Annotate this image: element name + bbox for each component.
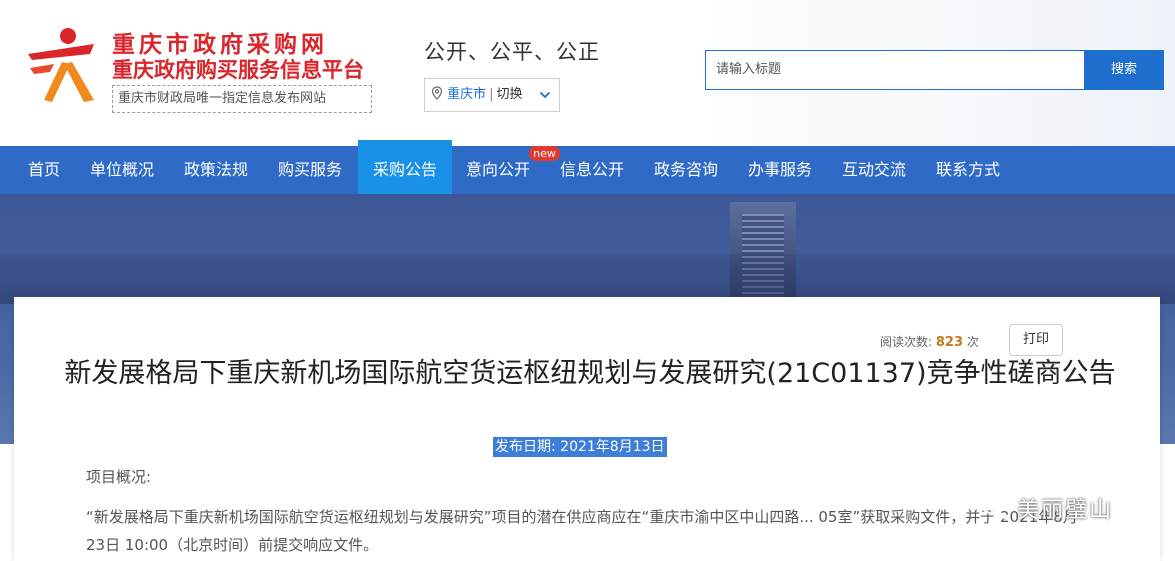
nav-item-contact[interactable]: 联系方式 [928, 146, 1008, 194]
nav-item-consult[interactable]: 政务咨询 [646, 146, 726, 194]
print-button[interactable]: 打印 [1009, 324, 1063, 356]
nav-item-services[interactable]: 办事服务 [740, 146, 820, 194]
slogan: 公开、公平、公正 [424, 40, 600, 64]
nav-item-procurement-notice[interactable]: 采购公告 [358, 140, 452, 194]
site-logo-icon[interactable] [24, 24, 100, 102]
site-subtitle: 重庆政府购买服务信息平台 [112, 58, 364, 82]
nav-item-intent-public[interactable]: 意向公开 [458, 146, 538, 194]
nav-item-services-purchase[interactable]: 购买服务 [270, 146, 350, 194]
publish-date: 发布日期: 2021年8月13日 [493, 437, 667, 457]
nav-item-home[interactable]: 首页 [14, 146, 74, 194]
nav-item-about[interactable]: 单位概况 [82, 146, 162, 194]
read-count: 阅读次数: 823 次 [880, 333, 979, 350]
nav-item-info-public[interactable]: 信息公开 [552, 146, 632, 194]
site-tagline: 重庆市财政局唯一指定信息发布网站 [112, 85, 372, 113]
read-count-value: 823 [935, 335, 964, 350]
watermark: 美丽璧山 [980, 492, 1113, 526]
article-body: “新发展格局下重庆新机场国际航空货运枢纽规划与发展研究”项目的潜在供应商应在“重… [86, 508, 1078, 554]
new-badge: new [529, 146, 560, 161]
city-selector[interactable]: 重庆市 | 切换 [424, 78, 560, 112]
read-count-label: 阅读次数: [880, 335, 933, 349]
main-nav: 首页 单位概况 政策法规 购买服务 采购公告 意向公开 信息公开 政务咨询 办事… [0, 140, 1175, 194]
nav-item-interaction[interactable]: 互动交流 [834, 146, 914, 194]
overview-label: 项目概况: [86, 468, 152, 486]
nav-item-policy[interactable]: 政策法规 [176, 146, 256, 194]
search-input[interactable]: 请输入标题 [705, 50, 1085, 90]
read-count-unit: 次 [966, 335, 979, 349]
search-button[interactable]: 搜索 [1084, 50, 1164, 90]
wechat-icon [981, 496, 1011, 519]
city-switch-label: 切换 [496, 87, 523, 102]
location-pin-icon [431, 86, 443, 100]
article-title: 新发展格局下重庆新机场国际航空货运枢纽规划与发展研究(21C01137)竞争性磋… [64, 358, 1116, 389]
watermark-text: 美丽璧山 [1017, 498, 1114, 523]
chevron-down-icon [539, 91, 551, 99]
current-city: 重庆市 [447, 87, 487, 102]
city-separator: | [489, 87, 494, 102]
